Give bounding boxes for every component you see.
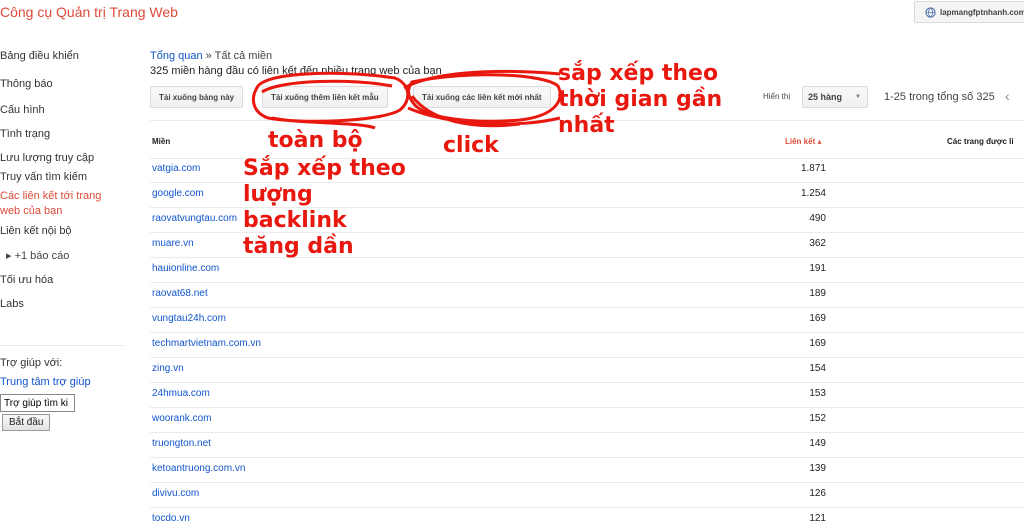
- annotation-sort-recent: sắp xếp theo thời gian gần nhất: [558, 61, 723, 138]
- rows-per-page-select[interactable]: 25 hàng ▼: [802, 86, 868, 108]
- breadcrumb-current: Tất cả miền: [214, 50, 273, 62]
- help-center-link[interactable]: Trung tâm trợ giúp: [0, 376, 91, 388]
- domain-link[interactable]: woorank.com: [152, 413, 211, 424]
- sidebar-item-optimization[interactable]: Tối ưu hóa: [0, 274, 53, 286]
- sidebar-item-labs[interactable]: Labs: [0, 298, 24, 310]
- table-row: techmartvietnam.com.vn 169: [150, 332, 1024, 358]
- globe-icon: [925, 6, 936, 18]
- links-count: 153: [809, 388, 826, 399]
- annotation-sort-backlinks: Sắp xếp theo lượng backlink tăng dần: [243, 156, 406, 259]
- table-row: zing.vn 154: [150, 357, 1024, 383]
- domain-link[interactable]: raovatvungtau.com: [152, 213, 237, 224]
- breadcrumb-overview[interactable]: Tổng quan: [150, 50, 203, 62]
- app-title: Công cụ Quản trị Trang Web: [0, 4, 178, 20]
- start-button[interactable]: Bắt đầu: [2, 414, 51, 431]
- table-row: woorank.com 152: [150, 407, 1024, 433]
- sidebar-item-internal-links[interactable]: Liên kết nội bộ: [0, 225, 72, 237]
- links-count: 169: [809, 313, 826, 324]
- site-selector[interactable]: lapmangfptnhanh.com: [914, 1, 1024, 23]
- links-count: 154: [809, 363, 826, 374]
- annotation-click: click: [443, 133, 499, 158]
- table-row: vungtau24h.com 169: [150, 307, 1024, 333]
- links-count: 189: [809, 288, 826, 299]
- help-search-input[interactable]: [0, 394, 75, 412]
- sidebar-item-health[interactable]: Tình trạng: [0, 128, 50, 140]
- sidebar-item-links-to-site[interactable]: Các liên kết tới trang web của bạn: [0, 189, 115, 219]
- chevron-left-icon[interactable]: ‹: [1005, 88, 1010, 104]
- links-count: 362: [809, 238, 826, 249]
- links-count: 149: [809, 438, 826, 449]
- sidebar-item-configuration[interactable]: Cấu hình: [0, 104, 45, 116]
- domain-link[interactable]: hauionline.com: [152, 263, 219, 274]
- domain-link[interactable]: vatgia.com: [152, 163, 200, 174]
- domain-link[interactable]: zing.vn: [152, 363, 184, 374]
- sidebar-item-search-queries[interactable]: Truy vấn tìm kiếm: [0, 171, 87, 183]
- help-heading: Trợ giúp với:: [0, 357, 63, 369]
- links-count: 169: [809, 338, 826, 349]
- domain-link[interactable]: tocdo.vn: [152, 513, 190, 524]
- links-count: 1.871: [800, 163, 826, 174]
- links-count: 121: [809, 513, 826, 524]
- domain-link[interactable]: muare.vn: [152, 238, 194, 249]
- links-count: 490: [809, 213, 826, 224]
- links-count: 126: [809, 488, 826, 499]
- domain-link[interactable]: techmartvietnam.com.vn: [152, 338, 261, 349]
- domain-link[interactable]: divivu.com: [152, 488, 199, 499]
- links-count: 152: [809, 413, 826, 424]
- column-domain[interactable]: Miền: [152, 137, 170, 146]
- domain-link[interactable]: ketoantruong.com.vn: [152, 463, 245, 474]
- site-name: lapmangfptnhanh.com: [940, 7, 1024, 17]
- chevron-down-icon: ▼: [855, 94, 861, 100]
- links-count: 139: [809, 463, 826, 474]
- links-count: 191: [809, 263, 826, 274]
- breadcrumb-separator: »: [205, 50, 212, 62]
- table-row: raovat68.net 189: [150, 282, 1024, 308]
- table-row: truongton.net 149: [150, 432, 1024, 458]
- column-linked-pages[interactable]: Các trang được li: [947, 137, 1014, 146]
- table-row: divivu.com 126: [150, 482, 1024, 508]
- download-more-samples-button[interactable]: Tải xuống thêm liên kết mẫu: [262, 86, 388, 108]
- domain-link[interactable]: 24hmua.com: [152, 388, 210, 399]
- sidebar-item-traffic[interactable]: Lưu lượng truy cập: [0, 152, 94, 164]
- domain-link[interactable]: google.com: [152, 188, 204, 199]
- page-subtitle: 325 miền hàng đầu có liên kết đến nhiều …: [150, 65, 442, 77]
- domain-link[interactable]: vungtau24h.com: [152, 313, 226, 324]
- rows-per-page-value: 25 hàng: [808, 92, 843, 102]
- table-row: ketoantruong.com.vn 139: [150, 457, 1024, 483]
- pagination-info: 1-25 trong tổng số 325: [884, 91, 995, 103]
- annotation-all: toàn bộ: [268, 128, 363, 153]
- breadcrumb: Tổng quan » Tất cả miền: [150, 50, 272, 62]
- links-count: 1.254: [800, 188, 826, 199]
- sidebar-item-dashboard[interactable]: Bảng điều khiển: [0, 50, 79, 62]
- sidebar-divider: [0, 345, 125, 346]
- table-row: tocdo.vn 121: [150, 507, 1024, 532]
- sidebar-item-messages[interactable]: Thông báo: [0, 78, 53, 90]
- domain-link[interactable]: truongton.net: [152, 438, 211, 449]
- download-latest-button[interactable]: Tải xuống các liên kết mới nhất: [413, 86, 551, 108]
- table-row: 24hmua.com 153: [150, 382, 1024, 408]
- domain-link[interactable]: raovat68.net: [152, 288, 208, 299]
- table-row: hauionline.com 191: [150, 257, 1024, 283]
- sidebar-item-plus1-reports[interactable]: ▸ +1 báo cáo: [6, 249, 69, 262]
- show-rows-label: Hiển thị: [763, 92, 791, 101]
- download-table-button[interactable]: Tải xuống bảng này: [150, 86, 244, 108]
- column-links[interactable]: Liên kết ▴: [785, 137, 821, 146]
